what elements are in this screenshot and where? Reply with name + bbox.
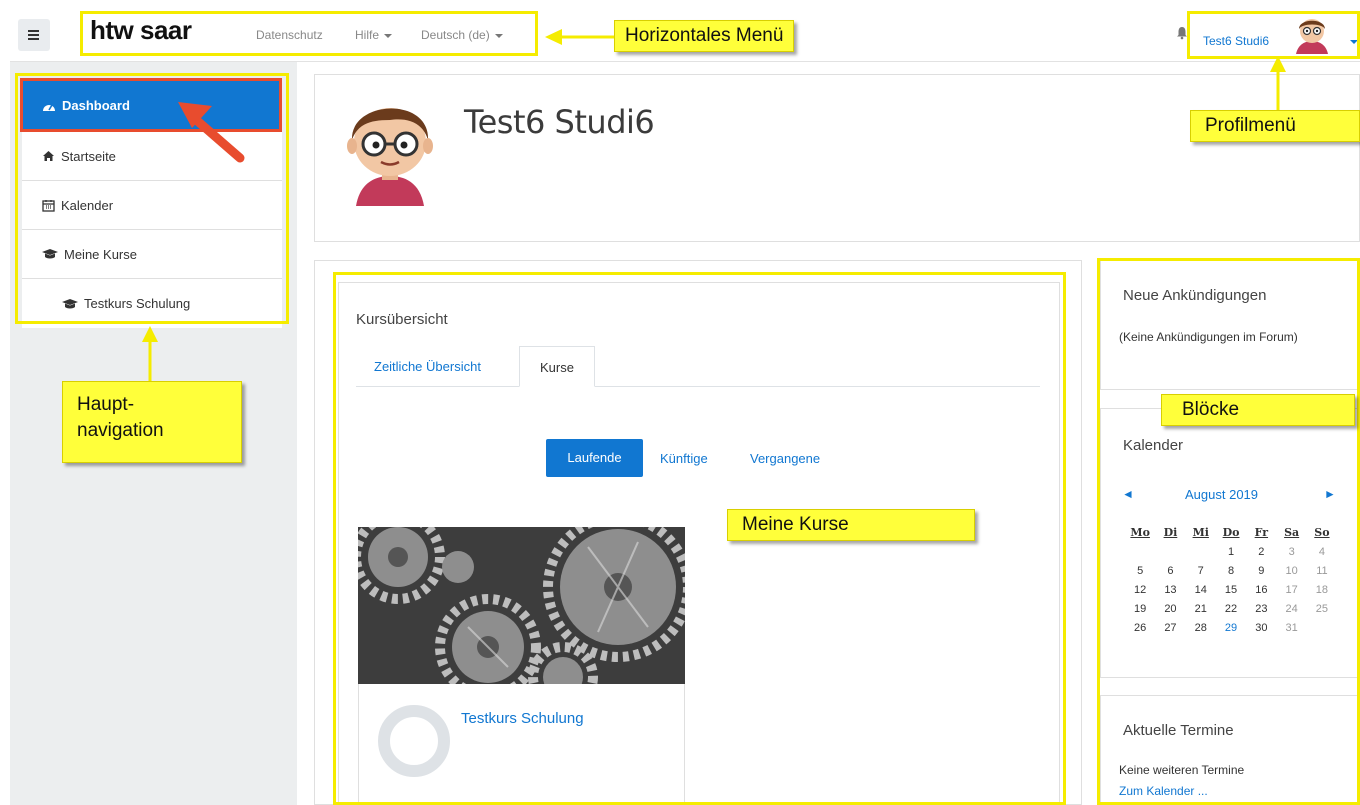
annotation-label-blocks: Blöcke xyxy=(1161,394,1355,426)
annotation-label-nav-line2: navigation xyxy=(77,420,164,441)
annotation-label-profile: Profilmenü xyxy=(1190,110,1360,142)
annotation-label-menu: Horizontales Menü xyxy=(614,20,795,52)
annotation-label-courses: Meine Kurse xyxy=(727,509,975,541)
annotation-label-nav-line1: Haupt- xyxy=(77,394,135,415)
annotation-label-nav: Haupt- navigation xyxy=(62,381,242,463)
